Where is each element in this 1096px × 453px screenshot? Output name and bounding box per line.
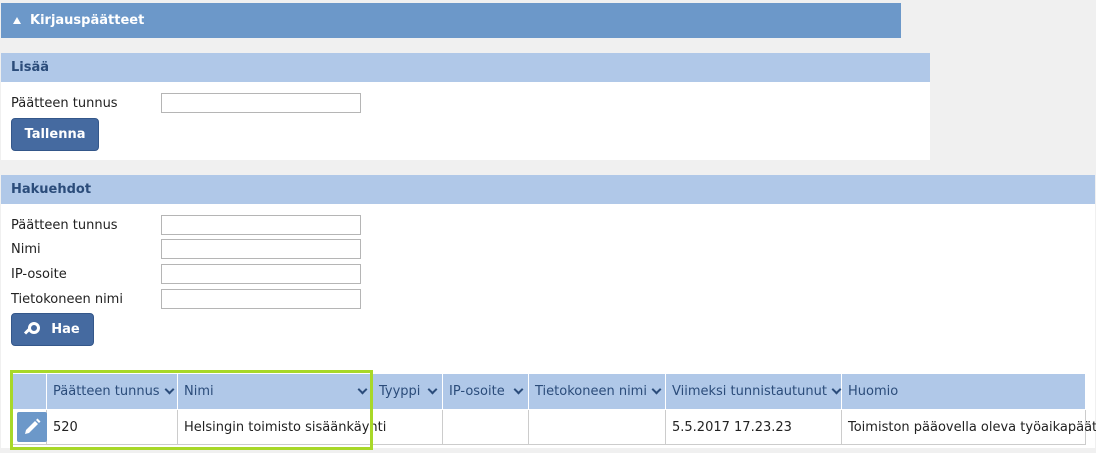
col-header-last-auth[interactable]: Viimeksi tunnistautunut bbox=[665, 373, 842, 410]
chevron-down-icon bbox=[831, 384, 842, 395]
cell-computer-name bbox=[528, 409, 666, 445]
section-header[interactable]: Kirjauspäätteet bbox=[1, 3, 901, 38]
chevron-down-icon bbox=[164, 384, 175, 395]
edit-button[interactable] bbox=[17, 412, 47, 442]
search-terminal-id-label: Päätteen tunnus bbox=[11, 217, 118, 233]
search-row-terminal-id: Päätteen tunnus bbox=[11, 215, 361, 235]
search-ip-input[interactable] bbox=[161, 264, 361, 284]
search-terminal-id-input[interactable] bbox=[161, 215, 361, 235]
chevron-down-icon bbox=[651, 384, 662, 395]
search-row-ip: IP-osoite bbox=[11, 264, 361, 284]
cell-note: Toimiston pääovella oleva työaikapääte bbox=[841, 409, 1096, 445]
triangle-up-icon bbox=[13, 17, 21, 24]
add-terminal-id-row: Päätteen tunnus bbox=[11, 93, 361, 113]
search-button[interactable]: Hae bbox=[11, 313, 94, 346]
save-button[interactable]: Tallenna bbox=[11, 118, 99, 151]
add-terminal-id-input[interactable] bbox=[161, 93, 361, 113]
edit-column-header bbox=[10, 373, 47, 410]
cell-ip bbox=[442, 409, 529, 445]
search-icon bbox=[24, 321, 41, 338]
col-header-note[interactable]: Huomio bbox=[841, 373, 1086, 410]
col-header-ip[interactable]: IP-osoite bbox=[442, 373, 529, 410]
add-panel-header: Lisää bbox=[1, 53, 930, 82]
col-header-name[interactable]: Nimi bbox=[177, 373, 373, 410]
search-row-name: Nimi bbox=[11, 239, 361, 259]
search-computer-name-input[interactable] bbox=[161, 289, 361, 309]
search-ip-label: IP-osoite bbox=[11, 266, 67, 282]
chevron-down-icon bbox=[427, 384, 438, 395]
cell-terminal-id: 520 bbox=[46, 409, 178, 445]
table-header-row: Päätteen tunnus Nimi Tyyppi IP-osoite Ti… bbox=[10, 373, 1086, 410]
chevron-down-icon bbox=[513, 384, 524, 395]
cell-last-auth: 5.5.2017 17.23.23 bbox=[665, 409, 842, 445]
search-button-label: Hae bbox=[51, 322, 80, 337]
add-terminal-id-label: Päätteen tunnus bbox=[11, 95, 118, 111]
chevron-down-icon bbox=[357, 384, 368, 395]
search-computer-name-label: Tietokoneen nimi bbox=[11, 291, 123, 307]
search-name-input[interactable] bbox=[161, 239, 361, 259]
search-panel-header: Hakuehdot bbox=[1, 175, 1095, 204]
search-name-label: Nimi bbox=[11, 241, 41, 257]
add-panel: Lisää Päätteen tunnus Tallenna bbox=[1, 53, 930, 160]
table-row: 520 Helsingin toimisto sisäänkäynti 5.5.… bbox=[10, 409, 1096, 445]
pencil-icon bbox=[25, 418, 41, 434]
col-header-computer-name[interactable]: Tietokoneen nimi bbox=[528, 373, 666, 410]
cell-name: Helsingin toimisto sisäänkäynti bbox=[177, 409, 386, 445]
edit-cell bbox=[10, 409, 47, 445]
search-row-computer-name: Tietokoneen nimi bbox=[11, 289, 361, 309]
results-table: Päätteen tunnus Nimi Tyyppi IP-osoite Ti… bbox=[10, 373, 1096, 445]
col-header-terminal-id[interactable]: Päätteen tunnus bbox=[46, 373, 178, 410]
col-header-type[interactable]: Tyyppi bbox=[372, 373, 443, 410]
section-title: Kirjauspäätteet bbox=[30, 13, 145, 28]
